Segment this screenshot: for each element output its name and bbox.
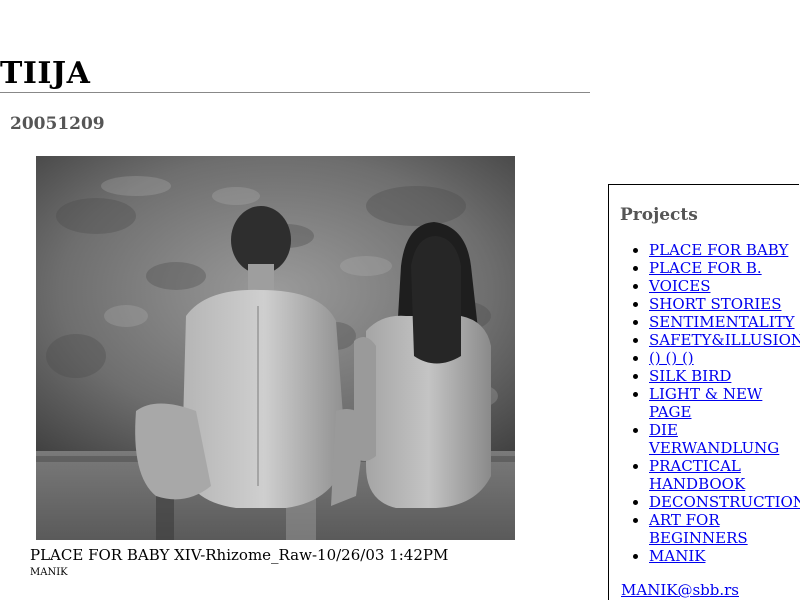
list-item: DECONSTRUCTION xyxy=(649,493,800,511)
list-item: MANIK xyxy=(649,547,800,565)
photo-graphic xyxy=(36,156,515,540)
project-link-place-for-b[interactable]: PLACE FOR B. xyxy=(649,259,762,277)
project-link-deconstruction[interactable]: DECONSTRUCTION xyxy=(649,493,800,511)
list-item: () () () xyxy=(649,349,800,367)
list-item: SENTIMENTALITY xyxy=(649,313,800,331)
site-title[interactable]: TIIJA xyxy=(0,56,590,93)
list-item: SHORT STORIES xyxy=(649,295,800,313)
page: TIIJA 20051209 PLACE FOR BABY XIV-Rhizom… xyxy=(0,0,800,600)
project-link-place-for-baby[interactable]: PLACE FOR BABY xyxy=(649,241,788,259)
email-link[interactable]: MANIK@sbb.rs xyxy=(621,581,739,599)
list-item: PRACTICAL HANDBOOK xyxy=(649,457,800,493)
project-link-sentimentality[interactable]: SENTIMENTALITY xyxy=(649,313,795,331)
list-item: SILK BIRD xyxy=(649,367,800,385)
sidebar-heading: Projects xyxy=(620,205,698,225)
post-date: 20051209 xyxy=(10,114,105,134)
project-link-manik[interactable]: MANIK xyxy=(649,547,705,565)
project-link-parentheses[interactable]: () () () xyxy=(649,349,694,367)
projects-list: PLACE FOR BABY PLACE FOR B. VOICES SHORT… xyxy=(620,241,800,565)
project-link-silk-bird[interactable]: SILK BIRD xyxy=(649,367,731,385)
projects-sidebar: Projects PLACE FOR BABY PLACE FOR B. VOI… xyxy=(608,184,800,600)
project-link-safety-illusion[interactable]: SAFETY&ILLUSION xyxy=(649,331,800,349)
project-link-light-new-page[interactable]: LIGHT & NEW PAGE xyxy=(649,385,762,421)
list-item: LIGHT & NEW PAGE xyxy=(649,385,800,421)
post-author: MANIK xyxy=(30,567,68,578)
list-item: VOICES xyxy=(649,277,800,295)
photo-caption: PLACE FOR BABY XIV-Rhizome_Raw-10/26/03 … xyxy=(30,546,449,564)
list-item: PLACE FOR B. xyxy=(649,259,800,277)
project-link-short-stories[interactable]: SHORT STORIES xyxy=(649,295,781,313)
list-item: PLACE FOR BABY xyxy=(649,241,800,259)
project-link-voices[interactable]: VOICES xyxy=(649,277,711,295)
list-item: DIE VERWANDLUNG xyxy=(649,421,800,457)
project-link-die-verwandlung[interactable]: DIE VERWANDLUNG xyxy=(649,421,779,457)
post-photo[interactable] xyxy=(36,156,515,540)
project-link-practical-handbook[interactable]: PRACTICAL HANDBOOK xyxy=(649,457,745,493)
project-link-art-for-beginners[interactable]: ART FOR BEGINNERS xyxy=(649,511,748,547)
list-item: ART FOR BEGINNERS xyxy=(649,511,800,547)
list-item: SAFETY&ILLUSION xyxy=(649,331,800,349)
